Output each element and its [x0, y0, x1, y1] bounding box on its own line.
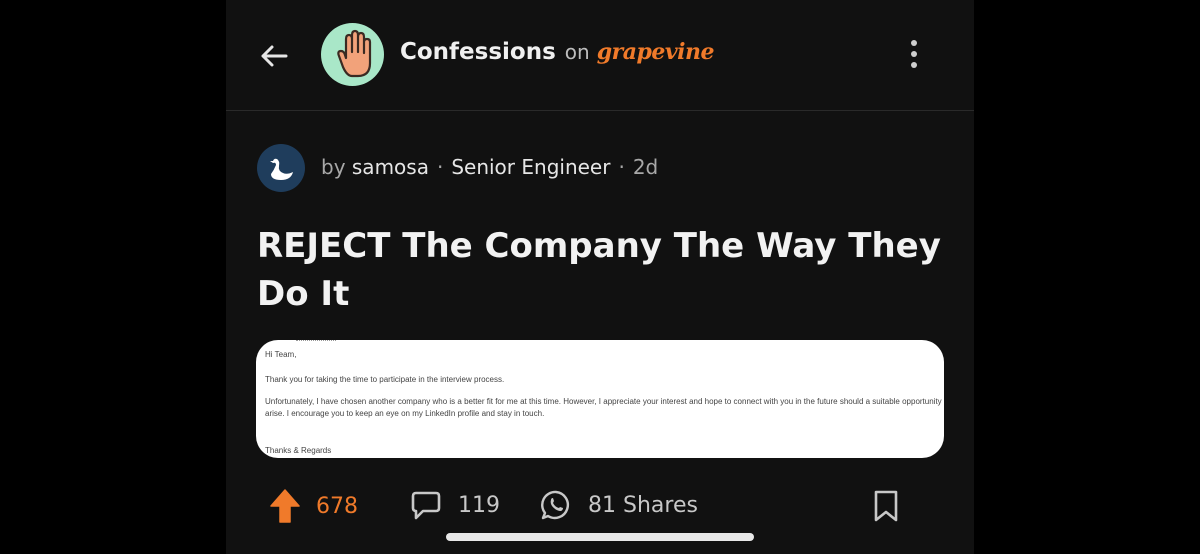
email-greeting: Hi Team, [265, 350, 297, 359]
email-paragraph-1: Thank you for taking the time to partici… [265, 375, 505, 384]
right-letterbox [974, 0, 1200, 554]
brand-logo-text: grapevine [596, 39, 715, 65]
share-count: 81 Shares [588, 492, 698, 518]
raised-hand-icon [337, 29, 372, 78]
header-title[interactable]: Confessions on grapevine [400, 39, 714, 71]
community-avatar[interactable] [321, 23, 384, 86]
home-indicator[interactable] [446, 533, 754, 541]
bookmark-icon [874, 490, 898, 522]
share-button[interactable]: 81 Shares [540, 489, 698, 521]
email-paragraph-2-line-2: arise. I encourage you to keep an eye on… [265, 409, 545, 418]
post-title[interactable]: REJECT The Company The Way They Do It [257, 222, 947, 318]
email-screenshot-image[interactable]: Hi Team, Thank you for taking the time t… [256, 340, 944, 458]
meta-separator: · [618, 155, 625, 179]
email-paragraph-2-line-1: Unfortunately, I have chosen another com… [265, 397, 942, 406]
left-letterbox [0, 0, 226, 554]
arrow-left-icon [261, 45, 288, 67]
comment-button[interactable]: 119 [410, 489, 500, 521]
author-role: Senior Engineer [451, 155, 611, 179]
author-avatar[interactable] [257, 144, 305, 192]
back-button[interactable] [256, 38, 292, 74]
on-label: on [564, 40, 590, 64]
top-bar: Confessions on grapevine [226, 0, 974, 111]
author-name[interactable]: samosa [352, 155, 429, 179]
meta-separator: · [436, 155, 444, 179]
upvote-button[interactable]: 678 [270, 489, 358, 523]
author-prefix: by [321, 155, 346, 179]
arrow-up-icon [270, 489, 300, 523]
email-signoff: Thanks & Regards [265, 446, 332, 455]
post-meta: by samosa · Senior Engineer · 2d [321, 155, 658, 179]
upvote-count: 678 [316, 493, 358, 519]
app-screen: Confessions on grapevine by samosa · Sen… [226, 0, 974, 554]
community-name: Confessions [400, 39, 556, 65]
post-age: 2d [632, 155, 659, 179]
bookmark-button[interactable] [872, 489, 900, 523]
post-action-bar: 678 119 81 Shares [226, 480, 974, 534]
whatsapp-icon [541, 490, 569, 520]
more-vertical-icon [906, 40, 922, 68]
comment-count: 119 [458, 492, 500, 518]
comment-bubble-icon [411, 491, 441, 520]
more-menu-button[interactable] [906, 40, 922, 72]
cropped-text-edge [296, 340, 336, 344]
swan-icon [270, 158, 293, 180]
